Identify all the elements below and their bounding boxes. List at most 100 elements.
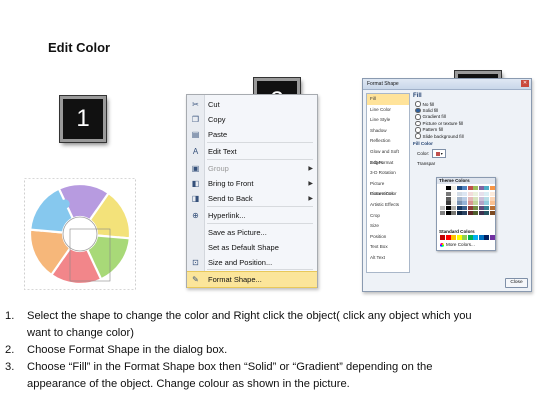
color-swatch[interactable]: [440, 196, 445, 201]
color-swatch[interactable]: [473, 205, 478, 211]
color-swatch[interactable]: [489, 186, 495, 191]
color-swatch[interactable]: [456, 186, 462, 191]
more-colors-item[interactable]: More Colors...: [440, 242, 475, 247]
fill-option-radio[interactable]: Slide background fill: [415, 133, 464, 139]
menu-item-group[interactable]: ▣ Group ▶: [187, 161, 317, 176]
color-swatch[interactable]: [467, 210, 473, 215]
menu-item-send-to-back[interactable]: ◨ Send to Back ▶: [187, 191, 317, 206]
color-swatch[interactable]: [445, 191, 451, 197]
color-swatch[interactable]: [445, 196, 451, 201]
color-swatch[interactable]: [440, 201, 445, 206]
color-swatch[interactable]: [440, 186, 445, 191]
menu-item-save-as-picture[interactable]: Save as Picture...: [187, 225, 317, 240]
color-swatch[interactable]: [462, 210, 467, 215]
nav-item[interactable]: Fill: [367, 94, 409, 105]
color-swatch[interactable]: [473, 191, 478, 197]
close-icon[interactable]: ✕: [521, 80, 529, 87]
color-swatch[interactable]: [484, 210, 489, 215]
color-swatch[interactable]: [467, 201, 473, 206]
color-swatch[interactable]: [489, 196, 495, 201]
nav-item[interactable]: Line Style: [367, 115, 409, 126]
color-swatch[interactable]: [484, 205, 489, 211]
color-swatch[interactable]: [467, 205, 473, 211]
color-swatch[interactable]: [451, 191, 456, 197]
nav-item[interactable]: Reflection: [367, 136, 409, 147]
nav-item[interactable]: Line Color: [367, 105, 409, 116]
color-swatch[interactable]: [445, 186, 451, 191]
nav-item[interactable]: Picture Color: [367, 189, 409, 200]
color-swatch[interactable]: [451, 196, 456, 201]
menu-item-copy[interactable]: ❐ Copy: [187, 112, 317, 127]
color-swatch[interactable]: [484, 191, 489, 197]
menu-item-hyperlink[interactable]: ⊕ Hyperlink...: [187, 208, 317, 223]
color-swatch[interactable]: [440, 210, 445, 215]
ring-diagram[interactable]: [24, 178, 136, 290]
nav-item[interactable]: Crop: [367, 211, 409, 222]
menu-item-set-as-default-shape[interactable]: Set as Default Shape: [187, 240, 317, 255]
color-swatch[interactable]: [489, 201, 495, 206]
color-swatch[interactable]: [478, 205, 484, 211]
color-swatch[interactable]: [445, 210, 451, 215]
color-swatch[interactable]: [462, 205, 467, 211]
nav-item[interactable]: 3-D Rotation: [367, 168, 409, 179]
color-swatch[interactable]: [456, 196, 462, 201]
color-swatch[interactable]: [478, 201, 484, 206]
color-swatch[interactable]: [489, 205, 495, 211]
color-swatch[interactable]: [462, 196, 467, 201]
color-swatch[interactable]: [473, 210, 478, 215]
color-swatch[interactable]: [456, 205, 462, 211]
color-swatch[interactable]: [484, 235, 489, 240]
color-swatch[interactable]: [489, 235, 495, 240]
menu-item-cut[interactable]: ✂ Cut: [187, 97, 317, 112]
color-swatch[interactable]: [478, 196, 484, 201]
color-swatch[interactable]: [462, 191, 467, 197]
color-swatch[interactable]: [489, 210, 495, 215]
color-swatch[interactable]: [462, 201, 467, 206]
color-swatch[interactable]: [451, 186, 456, 191]
color-swatch[interactable]: [445, 205, 451, 211]
color-swatch[interactable]: [451, 201, 456, 206]
close-button[interactable]: Close: [505, 278, 528, 288]
color-swatch[interactable]: [462, 186, 467, 191]
color-swatch[interactable]: [467, 235, 473, 240]
color-swatch[interactable]: [456, 235, 462, 240]
nav-item[interactable]: Size: [367, 221, 409, 232]
color-swatch[interactable]: [478, 210, 484, 215]
color-swatch[interactable]: [462, 235, 467, 240]
nav-item[interactable]: Position: [367, 232, 409, 243]
nav-item[interactable]: Picture Corrections: [367, 179, 409, 197]
color-swatch[interactable]: [445, 201, 451, 206]
menu-item-bring-to-front[interactable]: ◧ Bring to Front ▶: [187, 176, 317, 191]
color-swatch[interactable]: [473, 186, 478, 191]
nav-item[interactable]: 3-D Format: [367, 158, 409, 169]
menu-item-format-shape[interactable]: ✎ Format Shape...: [187, 271, 317, 288]
color-swatch[interactable]: [467, 196, 473, 201]
color-swatch[interactable]: [467, 186, 473, 191]
color-swatch[interactable]: [484, 196, 489, 201]
color-dropdown[interactable]: ▾: [432, 149, 447, 159]
color-swatch[interactable]: [451, 210, 456, 215]
menu-item-size-and-position[interactable]: ⊡ Size and Position...: [187, 255, 317, 270]
color-swatch[interactable]: [473, 196, 478, 201]
color-swatch[interactable]: [456, 201, 462, 206]
color-swatch[interactable]: [445, 235, 451, 240]
color-swatch[interactable]: [478, 191, 484, 197]
color-swatch[interactable]: [440, 205, 445, 211]
color-swatch[interactable]: [451, 205, 456, 211]
color-swatch[interactable]: [473, 235, 478, 240]
color-swatch[interactable]: [451, 235, 456, 240]
menu-item-paste[interactable]: ▤ Paste: [187, 127, 317, 142]
nav-item[interactable]: Artistic Effects: [367, 200, 409, 211]
nav-item[interactable]: Glow and Soft Edges: [367, 147, 409, 165]
color-swatch[interactable]: [456, 191, 462, 197]
nav-item[interactable]: Shadow: [367, 126, 409, 137]
nav-item[interactable]: Text Box: [367, 242, 409, 253]
color-swatch[interactable]: [440, 191, 445, 197]
color-swatch[interactable]: [473, 201, 478, 206]
color-swatch[interactable]: [489, 191, 495, 197]
nav-item[interactable]: Alt Text: [367, 253, 409, 264]
color-swatch[interactable]: [440, 235, 445, 240]
color-swatch[interactable]: [478, 235, 484, 240]
fill-option-radio[interactable]: Picture or texture fill: [415, 120, 464, 127]
color-swatch[interactable]: [484, 186, 489, 191]
